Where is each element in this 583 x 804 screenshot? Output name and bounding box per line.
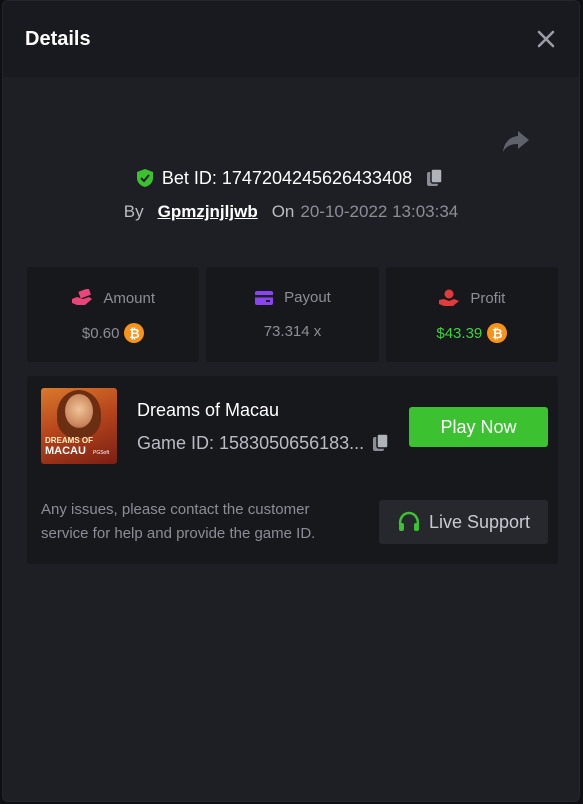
bet-meta-row: By Gpmzjnjljwb On 20-10-2022 13:03:34 xyxy=(3,202,579,222)
modal-title: Details xyxy=(25,28,91,50)
live-support-button[interactable]: Live Support xyxy=(379,500,548,544)
bet-details-modal: Details Bet ID: 1747204245626433408 By G… xyxy=(2,0,580,802)
by-label: By xyxy=(123,202,144,221)
thumb-brand: PGSoft xyxy=(93,450,110,456)
money-hand-icon xyxy=(72,289,93,305)
bet-datetime: 20-10-2022 13:03:34 xyxy=(300,202,459,221)
stat-card-amount: Amount $0.60 ₿ xyxy=(27,267,200,362)
verified-shield-icon xyxy=(136,169,153,187)
thumb-title-line2: MACAU xyxy=(45,445,86,457)
copy-bet-id-icon[interactable] xyxy=(424,167,446,189)
profit-value: $43.39 xyxy=(436,324,483,342)
support-message: Any issues, please contact the customer … xyxy=(41,501,316,542)
play-now-button[interactable]: Play Now xyxy=(409,407,548,447)
payout-label: Payout xyxy=(284,289,331,306)
card-icon xyxy=(255,290,274,305)
thumb-face xyxy=(65,394,93,428)
amount-value: $0.60 xyxy=(81,324,120,342)
stat-card-profit: Profit $43.39 ₿ xyxy=(385,267,558,362)
game-id-text: Game ID: 1583050656183... xyxy=(137,432,365,453)
bitcoin-icon: ₿ xyxy=(487,323,508,343)
game-panel: DREAMS OF MACAU PGSoft Dreams of Macau G… xyxy=(27,376,558,564)
on-label: On xyxy=(271,202,295,221)
close-button[interactable] xyxy=(535,28,557,50)
game-id-row: Game ID: 1583050656183... xyxy=(137,432,392,454)
hand-coin-icon xyxy=(439,289,460,306)
profit-label: Profit xyxy=(470,289,506,307)
headset-icon xyxy=(398,511,420,531)
username-link[interactable]: Gpmzjnjljwb xyxy=(158,202,258,222)
share-icon xyxy=(503,131,529,152)
bitcoin-icon: ₿ xyxy=(124,323,145,343)
payout-value: 73.314 x xyxy=(263,323,322,340)
bet-id-row: Bet ID: 1747204245626433408 xyxy=(3,167,579,189)
thumb-title-line1: DREAMS OF xyxy=(45,436,93,445)
live-support-label: Live Support xyxy=(428,511,531,532)
stats-row: Amount $0.60 ₿ Payout 73.314 x Profit $4… xyxy=(27,267,558,362)
game-name: Dreams of Macau xyxy=(137,400,280,420)
close-icon xyxy=(537,30,555,48)
amount-label: Amount xyxy=(103,289,156,307)
modal-header: Details xyxy=(3,1,579,77)
share-button[interactable] xyxy=(501,129,531,155)
bet-id-text: Bet ID: 1747204245626433408 xyxy=(161,167,413,188)
game-thumbnail[interactable]: DREAMS OF MACAU PGSoft xyxy=(41,388,117,464)
stat-card-payout: Payout 73.314 x xyxy=(206,267,379,362)
copy-game-id-icon[interactable] xyxy=(370,432,392,454)
